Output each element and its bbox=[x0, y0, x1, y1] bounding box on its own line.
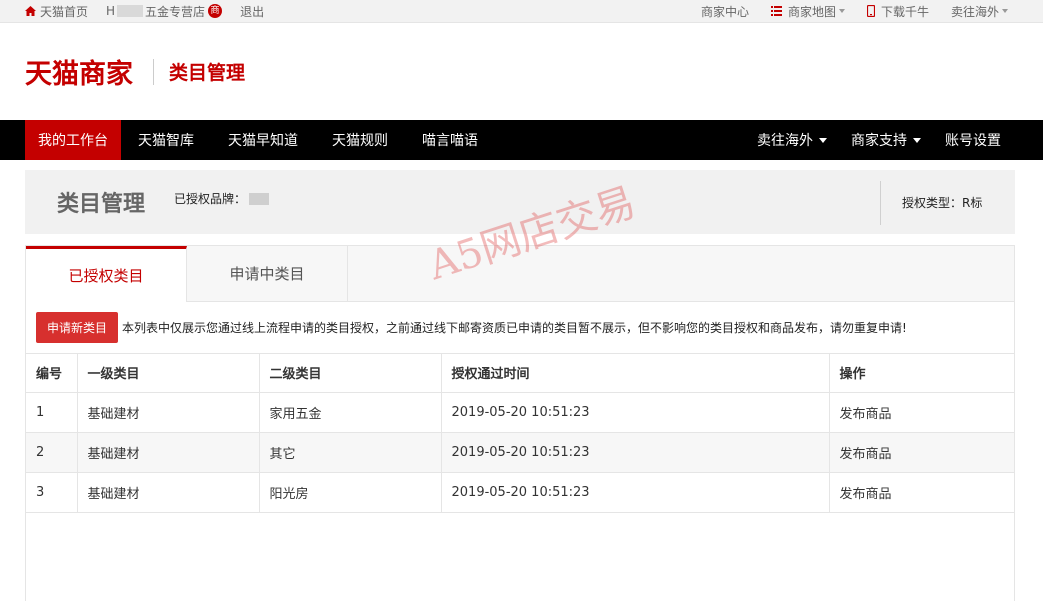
main-nav-left: 我的工作台 天猫智库 天猫早知道 天猫规则 喵言喵语 bbox=[25, 120, 495, 160]
tab-applying[interactable]: 申请中类目 bbox=[187, 246, 348, 301]
publish-product-link[interactable]: 发布商品 bbox=[829, 392, 1014, 433]
chevron-down-icon bbox=[913, 137, 921, 143]
top-bar-left: 天猫首页 H 五金专营店 商 退出 bbox=[25, 0, 282, 22]
notice-text: 本列表中仅展示您通过线上流程申请的类目授权，之前通过线下邮寄资质已申请的类目暂不… bbox=[122, 321, 907, 335]
publish-product-link[interactable]: 发布商品 bbox=[829, 472, 1014, 513]
category-table: 编号 一级类目 二级类目 授权通过时间 操作 1 基础建材 家用五金 2019-… bbox=[26, 354, 1014, 513]
nav-item-sell-overseas[interactable]: 卖往海外 bbox=[745, 120, 839, 160]
cell-level2: 家用五金 bbox=[259, 392, 442, 433]
category-tabs: 已授权类目 申请中类目 bbox=[26, 246, 1014, 302]
merchant-map-link[interactable]: 商家地图 bbox=[770, 3, 845, 20]
shop-name-prefix: H bbox=[106, 4, 116, 18]
page-header: 天猫商家 类目管理 bbox=[0, 23, 1043, 120]
redacted-block bbox=[117, 5, 144, 17]
page-title: 类目管理 bbox=[57, 192, 146, 217]
notice-bar: 申请新类目 本列表中仅展示您通过线上流程申请的类目授权，之前通过线下邮寄资质已申… bbox=[26, 302, 1014, 354]
column-header: 编号 bbox=[26, 354, 78, 393]
top-bar: 天猫首页 H 五金专营店 商 退出 商家中心 商家地图 下载千牛 卖往海外 bbox=[0, 0, 1043, 23]
cell-index: 1 bbox=[26, 392, 78, 433]
redacted-block bbox=[249, 192, 270, 205]
home-link-label: 天猫首页 bbox=[40, 4, 89, 19]
nav-item-miaoyan[interactable]: 喵言喵语 bbox=[405, 120, 495, 160]
publish-product-link[interactable]: 发布商品 bbox=[829, 432, 1014, 473]
chevron-down-icon bbox=[838, 9, 845, 13]
shop-name[interactable]: H 五金专营店 商 bbox=[106, 3, 223, 20]
authorized-brand: 已授权品牌： bbox=[174, 190, 271, 207]
cell-level1: 基础建材 bbox=[77, 432, 260, 473]
download-qianniu-link[interactable]: 下载千牛 bbox=[866, 3, 929, 20]
main-nav-right: 卖往海外 商家支持 账号设置 bbox=[745, 120, 1013, 160]
cell-level2: 阳光房 bbox=[259, 472, 442, 513]
category-panel: 已授权类目 申请中类目 申请新类目 本列表中仅展示您通过线上流程申请的类目授权，… bbox=[25, 245, 1015, 601]
nav-item-early-know[interactable]: 天猫早知道 bbox=[211, 120, 315, 160]
header-subtitle: 类目管理 bbox=[169, 62, 246, 84]
cell-level1: 基础建材 bbox=[77, 392, 260, 433]
nav-item-think-tank[interactable]: 天猫智库 bbox=[121, 120, 211, 160]
tab-authorized[interactable]: 已授权类目 bbox=[26, 246, 187, 302]
download-qianniu-label: 下载千牛 bbox=[880, 4, 929, 19]
sell-overseas-label: 卖往海外 bbox=[950, 4, 999, 19]
nav-item-merchant-support[interactable]: 商家支持 bbox=[839, 120, 933, 160]
table-row: 3 基础建材 阳光房 2019-05-20 10:51:23 发布商品 bbox=[26, 472, 1014, 513]
authorized-brand-label: 已授权品牌： bbox=[174, 192, 247, 206]
apply-new-category-button[interactable]: 申请新类目 bbox=[36, 312, 119, 343]
tmall-merchant-logo[interactable]: 天猫商家 bbox=[25, 52, 133, 91]
header-divider bbox=[153, 58, 154, 85]
title-card: 类目管理 已授权品牌： 授权类型：R标 bbox=[25, 170, 1015, 234]
nav-item-merchant-support-label: 商家支持 bbox=[851, 133, 907, 149]
column-header: 二级类目 bbox=[259, 354, 442, 393]
table-row: 2 基础建材 其它 2019-05-20 10:51:23 发布商品 bbox=[26, 432, 1014, 473]
column-header: 一级类目 bbox=[77, 354, 260, 393]
logout-link[interactable]: 退出 bbox=[240, 3, 264, 20]
chevron-down-icon bbox=[819, 137, 827, 143]
column-header: 授权通过时间 bbox=[441, 354, 830, 393]
list-icon bbox=[770, 6, 782, 16]
shop-badge-icon: 商 bbox=[208, 4, 223, 18]
nav-item-account-settings[interactable]: 账号设置 bbox=[933, 120, 1013, 160]
phone-icon bbox=[866, 5, 875, 17]
cell-index: 2 bbox=[26, 432, 78, 473]
top-bar-right: 商家中心 商家地图 下载千牛 卖往海外 bbox=[679, 0, 1043, 22]
chevron-down-icon bbox=[1002, 9, 1008, 13]
merchant-center-link[interactable]: 商家中心 bbox=[701, 3, 749, 20]
cell-auth-time: 2019-05-20 10:51:23 bbox=[441, 392, 830, 433]
column-header: 操作 bbox=[829, 354, 1014, 393]
merchant-map-label: 商家地图 bbox=[787, 4, 836, 19]
table-header-row: 编号 一级类目 二级类目 授权通过时间 操作 bbox=[26, 354, 1014, 393]
title-card-divider bbox=[880, 181, 881, 225]
auth-type: 授权类型：R标 bbox=[902, 196, 983, 210]
sell-overseas-link[interactable]: 卖往海外 bbox=[951, 3, 1008, 20]
cell-level2: 其它 bbox=[259, 432, 442, 473]
main-nav: 我的工作台 天猫智库 天猫早知道 天猫规则 喵言喵语 卖往海外 商家支持 账号设… bbox=[0, 120, 1043, 160]
nav-item-sell-overseas-label: 卖往海外 bbox=[757, 133, 813, 149]
cell-index: 3 bbox=[26, 472, 78, 513]
shop-name-label: 五金专营店 bbox=[145, 4, 206, 19]
home-link[interactable]: 天猫首页 bbox=[25, 3, 88, 20]
table-row: 1 基础建材 家用五金 2019-05-20 10:51:23 发布商品 bbox=[26, 392, 1014, 433]
home-icon bbox=[25, 6, 36, 16]
nav-item-workbench[interactable]: 我的工作台 bbox=[25, 120, 121, 160]
cell-level1: 基础建材 bbox=[77, 472, 260, 513]
cell-auth-time: 2019-05-20 10:51:23 bbox=[441, 432, 830, 473]
nav-item-rules[interactable]: 天猫规则 bbox=[315, 120, 405, 160]
cell-auth-time: 2019-05-20 10:51:23 bbox=[441, 472, 830, 513]
